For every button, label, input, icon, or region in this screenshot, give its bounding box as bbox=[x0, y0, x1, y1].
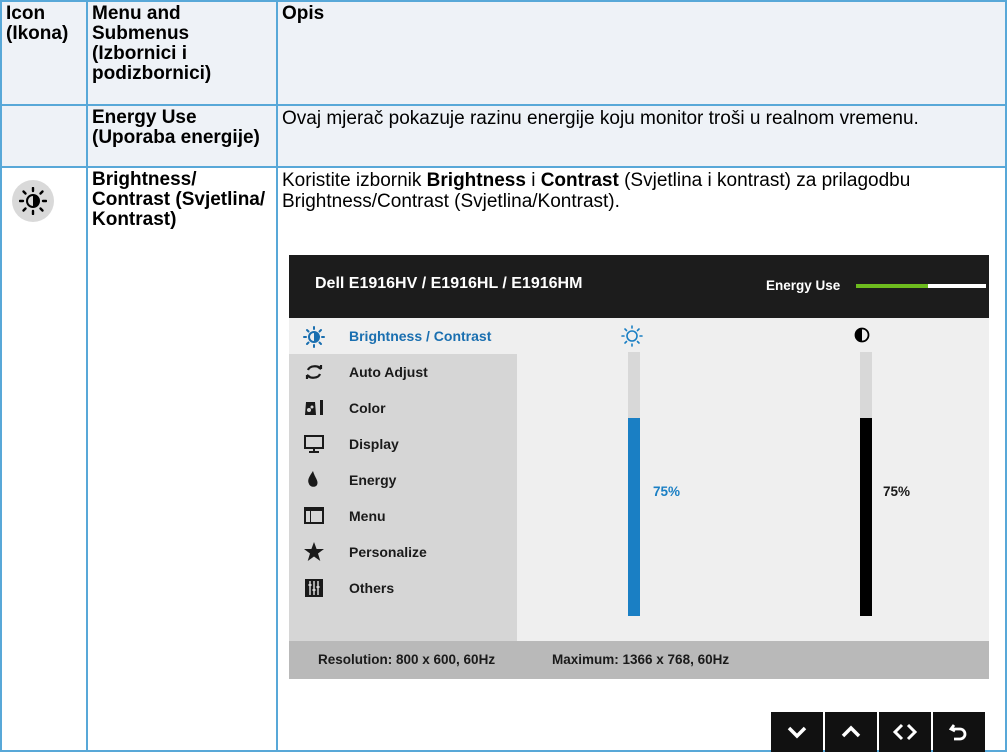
brightness-small-icon bbox=[621, 325, 643, 352]
osd-model-title: Dell E1916HV / E1916HL / E1916HM bbox=[315, 275, 583, 292]
menu-label-display: Display bbox=[349, 436, 399, 452]
menu-label-energy: Energy bbox=[349, 472, 397, 488]
energy-icon bbox=[303, 470, 325, 490]
header-row: Icon (Ikona) Menu and Submenus (Izbornic… bbox=[0, 0, 1007, 106]
contrast-small-icon bbox=[854, 327, 870, 348]
back-button[interactable] bbox=[933, 712, 985, 752]
bc-desc-pre: Koristite izbornik bbox=[282, 170, 427, 191]
up-button[interactable] bbox=[825, 712, 877, 752]
header-desc: Opis bbox=[276, 0, 1007, 106]
osd-menu-screenshot: Dell E1916HV / E1916HL / E1916HM Energy … bbox=[289, 255, 989, 679]
menu-item-energy[interactable]: Energy bbox=[289, 462, 517, 498]
auto-adjust-icon bbox=[303, 362, 325, 382]
menu-item-auto-adjust[interactable]: Auto Adjust bbox=[289, 354, 517, 390]
contrast-value: 75% bbox=[883, 484, 911, 499]
display-icon bbox=[303, 434, 325, 454]
menu-label-brightness-contrast: Brightness / Contrast bbox=[349, 328, 492, 344]
left-right-button[interactable] bbox=[879, 712, 931, 752]
osd-header: Dell E1916HV / E1916HL / E1916HM Energy … bbox=[289, 255, 989, 318]
energy-use-row: Energy Use (Uporaba energije) Ovaj mjera… bbox=[0, 104, 1007, 168]
brightness-slider[interactable] bbox=[628, 352, 640, 616]
header-menu: Menu and Submenus (Izbornici i podizborn… bbox=[86, 0, 278, 106]
up-icon bbox=[841, 725, 861, 738]
brightness-slider-fill bbox=[628, 418, 640, 616]
osd-main-menu: Brightness / Contrast Auto Adjust Color … bbox=[289, 318, 517, 641]
brightness-value: 75% bbox=[653, 484, 681, 499]
brightness-sun-icon bbox=[12, 180, 54, 222]
brightness-icon bbox=[303, 326, 325, 348]
menu-label-auto-adjust: Auto Adjust bbox=[349, 364, 428, 380]
down-button[interactable] bbox=[771, 712, 823, 752]
color-icon bbox=[303, 398, 325, 418]
menu-item-display[interactable]: Display bbox=[289, 426, 517, 462]
energy-use-meter-fill bbox=[856, 284, 928, 288]
energy-desc-cell: Ovaj mjerač pokazuje razinu energije koj… bbox=[276, 104, 1007, 168]
contrast-slider[interactable] bbox=[860, 352, 872, 616]
energy-icon-cell bbox=[0, 104, 88, 168]
bc-desc-mid: i bbox=[525, 170, 541, 191]
contrast-slider-fill bbox=[860, 418, 872, 616]
energy-menu-cell: Energy Use (Uporaba energije) bbox=[86, 104, 278, 168]
bc-icon-cell bbox=[0, 166, 88, 752]
menu-item-color[interactable]: Color bbox=[289, 390, 517, 426]
osd-nav-buttons bbox=[771, 712, 987, 752]
maximum-resolution-text: Maximum: 1366 x 768, 60Hz bbox=[552, 652, 730, 667]
back-icon bbox=[948, 724, 967, 741]
bc-desc-bold-contrast: Contrast bbox=[540, 170, 619, 191]
menu-item-others[interactable]: Others bbox=[289, 570, 517, 606]
header-icon: Icon (Ikona) bbox=[0, 0, 88, 106]
bc-desc-bold-brightness: Brightness bbox=[426, 170, 526, 191]
menu-label-color: Color bbox=[349, 400, 386, 416]
energy-use-meter bbox=[856, 284, 986, 288]
osd-adjust-panel: 75% 75% bbox=[517, 318, 989, 641]
menu-label-menu: Menu bbox=[349, 508, 386, 524]
down-icon bbox=[787, 726, 807, 739]
star-icon bbox=[303, 542, 325, 562]
osd-energy-label: Energy Use bbox=[766, 278, 841, 293]
resolution-text: Resolution: 800 x 600, 60Hz bbox=[318, 652, 496, 667]
others-icon bbox=[303, 578, 325, 598]
bc-menu-cell: Brightness/ Contrast (Svjetlina/ Kontras… bbox=[86, 166, 278, 752]
menu-item-brightness-contrast[interactable]: Brightness / Contrast bbox=[289, 318, 517, 354]
menu-icon bbox=[303, 506, 325, 526]
menu-item-personalize[interactable]: Personalize bbox=[289, 534, 517, 570]
osd-footer: Resolution: 800 x 600, 60Hz Maximum: 136… bbox=[289, 641, 989, 679]
left-right-icon bbox=[892, 723, 918, 741]
menu-label-personalize: Personalize bbox=[349, 544, 427, 560]
menu-item-menu[interactable]: Menu bbox=[289, 498, 517, 534]
menu-label-others: Others bbox=[349, 580, 395, 596]
